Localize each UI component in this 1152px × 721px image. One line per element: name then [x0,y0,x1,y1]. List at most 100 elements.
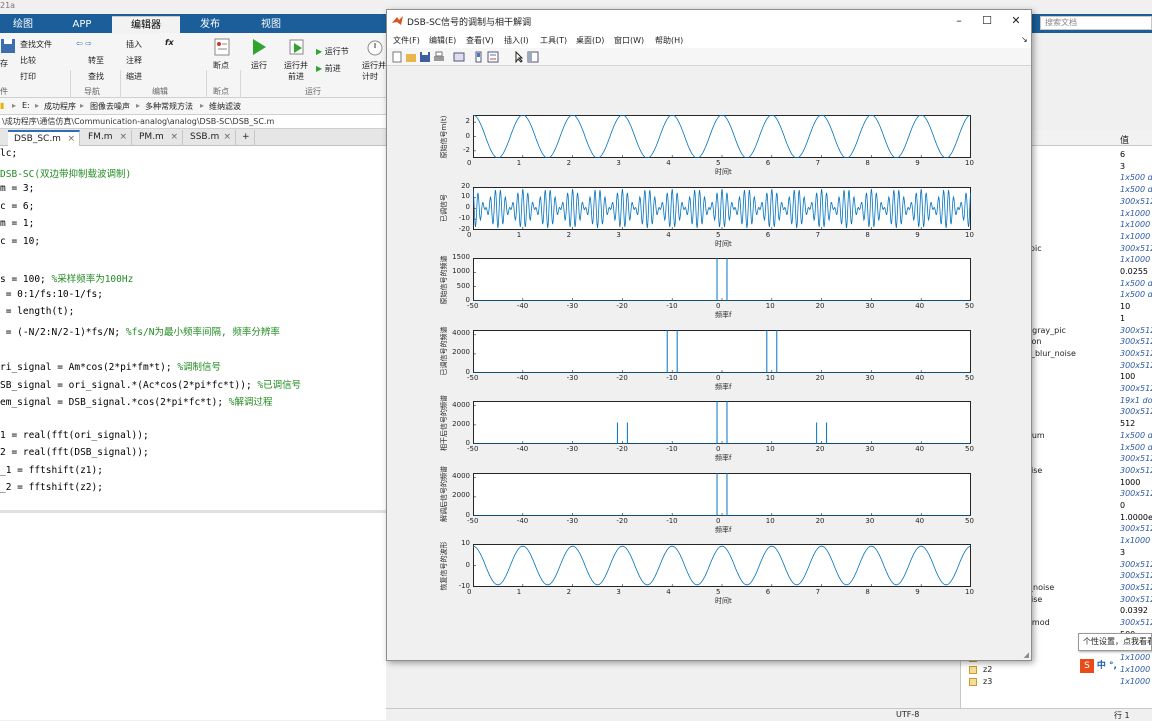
legend-icon[interactable] [487,51,499,63]
link-plot-icon[interactable] [453,51,465,63]
sogou-icon[interactable]: S [1080,659,1094,673]
minimize-icon[interactable]: – [951,13,967,29]
close-icon[interactable]: × [223,130,231,145]
find-button[interactable]: 查找 [88,71,104,82]
command-window[interactable] [0,510,386,720]
breadcrumb-item[interactable]: 图像去噪声 [90,101,130,112]
code-line[interactable]: c = 6; [0,201,34,218]
find-files-button[interactable]: 查找文件 [20,39,52,50]
workspace-var-name[interactable]: z2 [983,665,992,674]
file-tab-dsb-sc[interactable]: DSB_SC.m × [8,130,80,146]
ime-toolbar[interactable]: S 中 °, [1080,658,1152,674]
code-line[interactable]: s = 100; %采样频率为100Hz [0,271,133,288]
code-line[interactable]: m = 1; [0,218,34,235]
run-advance-icon[interactable] [288,38,306,56]
code-line[interactable]: m = 3; [0,183,34,200]
colorbar-icon[interactable] [473,51,485,63]
comment-button[interactable]: 注释 [126,55,142,66]
close-icon[interactable]: ✕ [1008,13,1024,29]
code-line[interactable]: _2 = fftshift(z2); [0,482,103,499]
save-icon[interactable] [419,51,431,63]
run-section-button[interactable]: ▶ 运行节 [316,46,349,57]
code-line[interactable]: DSB-SC(双边带抑制载波调制) [0,166,131,183]
code-line[interactable]: = length(t); [0,306,75,323]
workspace-var-name[interactable]: z3 [983,677,992,686]
breadcrumb-item[interactable]: 维纳滤波 [209,101,241,112]
run-icon[interactable] [250,38,268,56]
close-icon[interactable]: × [119,130,127,145]
code-line[interactable]: 1 = real(fft(ori_signal)); [0,430,149,447]
pointer-icon[interactable] [513,51,525,63]
dock-arrow-icon[interactable]: ↘ [1021,35,1028,44]
compare-button[interactable]: 比较 [20,55,36,66]
file-tab-fm[interactable]: FM.m × [82,130,132,146]
print-icon[interactable] [433,51,445,63]
code-line[interactable]: = (-N/2:N/2-1)*fs/N; %fs/N为最小频率间隔, 频率分辨率 [0,324,280,341]
subplot-axes[interactable]: 0 1 2 3 4 5 6 7 8 9 10 -20 -10 0 10 20 时间t 已调信号 [440,182,974,248]
insert-button[interactable]: 插入 [126,39,142,50]
fx-button[interactable]: fx [165,38,174,47]
breakpoints-button[interactable]: 断点 [213,60,229,71]
file-tab-pm[interactable]: PM.m × [133,130,183,146]
back-forward-icon[interactable]: ⇦ ⇨ [76,39,92,48]
breakpoints-icon[interactable] [213,38,231,56]
file-tab-ssb[interactable]: SSB.m × [184,130,236,146]
breadcrumb-item[interactable]: 多种常规方法 [145,101,193,112]
code-line[interactable]: c = 10; [0,236,40,253]
y-tick-label: 0 [465,560,470,569]
workspace-var-value: 1x1000 d [1120,536,1152,546]
close-icon[interactable]: × [170,130,178,145]
figure-canvas[interactable]: 0 1 2 3 4 5 6 7 8 9 10 -2 0 2 时间t 原始信号m(t) 0 1 2 3 4 5 6 7 8 9 10-… [389,67,1029,658]
resize-grip-icon[interactable]: ◢ [1024,651,1029,659]
code-line[interactable]: ri_signal = Am*cos(2*pi*fm*t); %调制信号 [0,359,221,376]
code-line[interactable]: lc; [0,148,17,165]
goto-button[interactable]: 转至 [88,55,104,66]
print-button[interactable]: 打印 [20,71,36,82]
ime-status[interactable]: 中 °, [1097,661,1117,671]
menu-edit[interactable]: 编辑(E) [429,35,456,46]
search-documentation-input[interactable]: 搜索文档 [1040,16,1152,30]
indent-button[interactable]: 缩进 [126,71,142,82]
run-time-button[interactable]: 运行并 计时 [362,60,386,82]
run-button[interactable]: 运行 [251,60,267,71]
code-editor[interactable]: lc; DSB-SC(双边带抑制载波调制) m = 3; c = 6; m = 1; c … [0,146,386,510]
menu-insert[interactable]: 插入(I) [504,35,529,46]
breadcrumb-item[interactable]: 成功程序 [44,101,76,112]
code-line[interactable]: _1 = fftshift(z1); [0,465,103,482]
close-icon[interactable]: × [67,132,75,147]
code-line[interactable]: em_signal = DSB_signal.*cos(2*pi*fc*t); … [0,394,273,411]
tab-publish[interactable]: 发布 [184,16,236,33]
code-line[interactable]: 2 = real(fft(DSB_signal)); [0,447,149,464]
tab-editor[interactable]: 编辑器 [112,16,180,33]
menu-window[interactable]: 窗口(W) [614,35,644,46]
maximize-icon[interactable]: ☐ [979,13,995,29]
subplot-axes[interactable]: -50 -40 -30 -20 -10 0 10 20 30 40 50 0 2000 4000 频率f 解调… [440,466,974,534]
tab-apps[interactable]: APP [56,16,108,33]
menu-tools[interactable]: 工具(T) [540,35,567,46]
subplot-axes[interactable]: 0 1 2 3 4 5 6 7 8 9 10 -10 0 10 时间t 恢复信号的波形 [440,539,974,605]
run-advance-button[interactable]: 运行并 前进 [284,60,308,82]
tab-view[interactable]: 视图 [244,16,298,33]
subplot-axes[interactable]: 0 1 2 3 4 5 6 7 8 9 10 -2 0 2 时间t 原始信号m(t) [440,115,974,176]
subplot-axes[interactable]: -50 -40 -30 -20 -10 0 10 20 30 40 50 0 500 1000 1500 频率… [440,253,974,319]
advance-button[interactable]: ▶ 前进 [316,63,341,74]
open-icon[interactable] [405,51,417,63]
menu-help[interactable]: 帮助(H) [655,35,683,46]
save-icon[interactable] [0,37,18,55]
property-inspector-icon[interactable] [527,51,539,63]
menu-file[interactable]: 文件(F) [393,35,420,46]
figure-title-bar: DSB-SC信号的调制与相干解调 – ☐ ✕ [387,10,1031,32]
code-line[interactable]: = 0:1/fs:10-1/fs; [0,289,103,306]
subplot-axes[interactable]: -50 -40 -30 -20 -10 0 10 20 30 40 50 0 2000 4000 频率f 已调… [440,327,974,391]
new-figure-icon[interactable] [391,51,403,63]
run-time-icon[interactable] [366,38,384,56]
figure-window[interactable]: DSB-SC信号的调制与相干解调 – ☐ ✕ 文件(F) 编辑(E) 查看(V)… [386,9,1032,661]
breadcrumb-item[interactable]: E: [22,101,30,110]
code-line[interactable]: SB_signal = ori_signal.*(Ac*cos(2*pi*fc*… [0,377,301,394]
menu-view[interactable]: 查看(V) [466,35,494,46]
tab-plots[interactable]: 绘图 [0,16,46,33]
menu-desktop[interactable]: 桌面(D) [576,35,604,46]
subplot-axes[interactable]: -50 -40 -30 -20 -10 0 10 20 30 40 50 0 2000 4000 频率f 相干… [440,395,974,463]
add-tab-button[interactable]: + [237,130,255,146]
save-button[interactable]: 存 [0,58,8,69]
